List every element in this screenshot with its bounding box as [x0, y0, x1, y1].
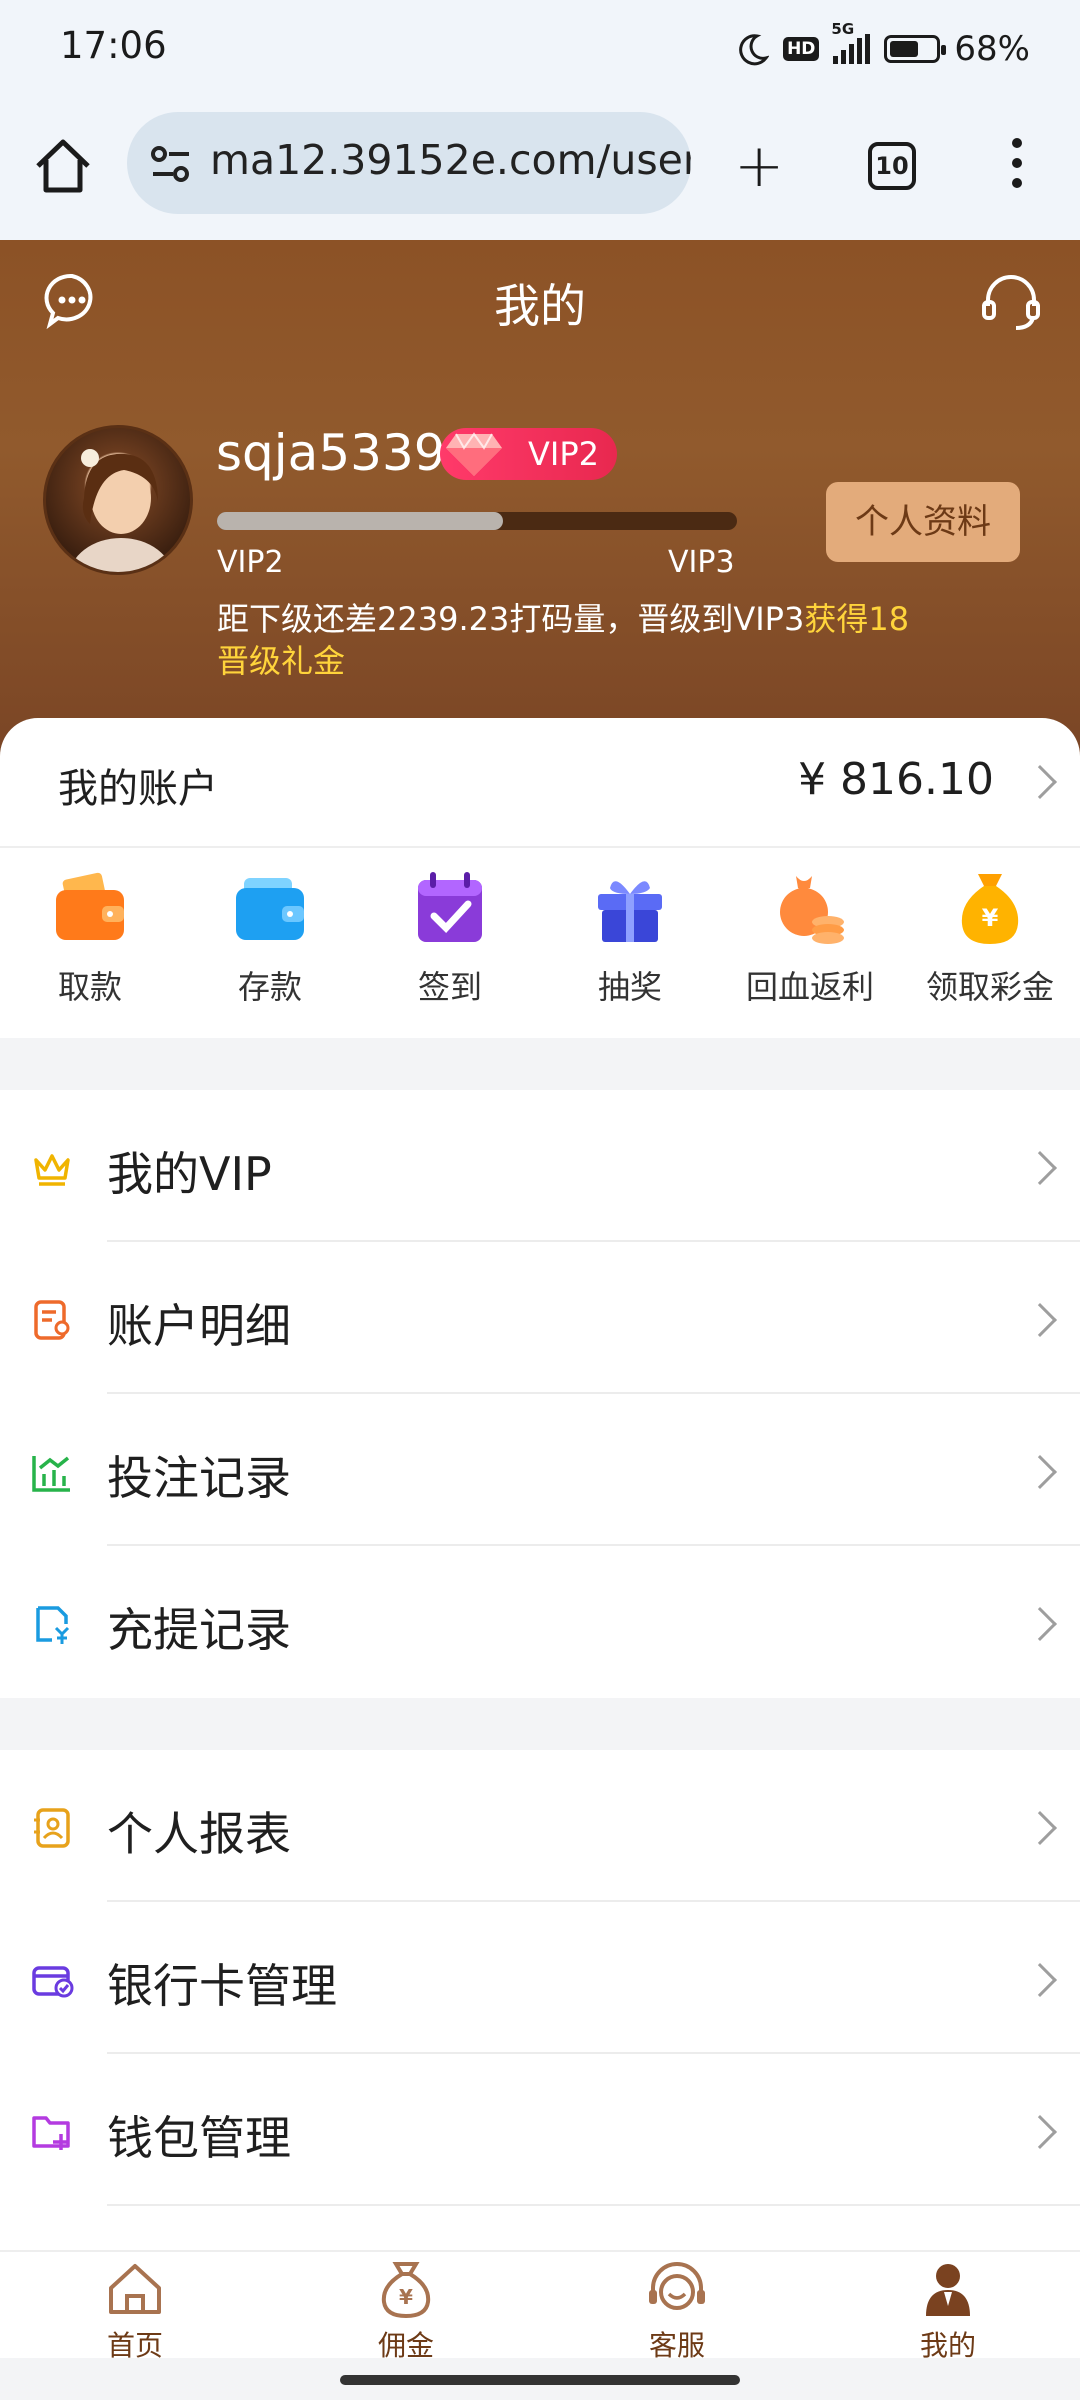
- tab-switcher-button[interactable]: 10: [868, 142, 916, 190]
- site-settings-icon[interactable]: [149, 144, 193, 184]
- chevron-right-icon: [1023, 1607, 1057, 1641]
- chevron-right-icon: [1023, 765, 1057, 799]
- chevron-right-icon: [1023, 1151, 1057, 1185]
- chevron-right-icon: [1023, 1303, 1057, 1337]
- bank-card-icon: [32, 1966, 74, 1998]
- browser-home-icon[interactable]: [30, 134, 96, 200]
- rebate-coins-icon: [780, 876, 844, 944]
- menu-item-bet-record[interactable]: 投注记录: [0, 1394, 1080, 1546]
- upgrade-text: 距下级还差2239.23打码量，晋级到VIP3: [217, 600, 805, 638]
- upgrade-hint: 距下级还差2239.23打码量，晋级到VIP3获得18晋级礼金: [217, 598, 917, 682]
- bonus-moneybag-icon: ¥: [961, 874, 1019, 944]
- chevron-right-icon: [1023, 1963, 1057, 1997]
- browser-toolbar: ma12.39152e.com/user + 10: [0, 98, 1080, 240]
- status-bar: 17:06 HD 5G 68%: [0, 0, 1080, 98]
- new-tab-icon[interactable]: +: [734, 136, 784, 196]
- nav-customer-service[interactable]: 客服: [617, 2260, 737, 2364]
- home-icon: [109, 2264, 161, 2314]
- account-label: 我的账户: [58, 766, 218, 812]
- my-account-row[interactable]: 我的账户 ¥ 816.10: [0, 718, 1080, 848]
- checkin-calendar-icon: [418, 872, 482, 942]
- recharge-record-icon: [36, 1606, 70, 1644]
- bet-chart-icon: [32, 1456, 70, 1492]
- account-detail-icon: [34, 1300, 70, 1340]
- nav-home[interactable]: 首页: [75, 2260, 195, 2364]
- nav-commission[interactable]: ¥ 佣金: [346, 2260, 466, 2364]
- avatar[interactable]: [43, 425, 193, 575]
- quick-action-rebate[interactable]: 回血返利: [720, 868, 900, 1033]
- quick-actions: 取款 存款 签到 抽奖 回血返利 ¥ 领取彩金: [0, 868, 1080, 1033]
- chevron-right-icon: [1023, 1455, 1057, 1489]
- battery-icon: [884, 35, 947, 63]
- status-time: 17:06: [60, 24, 167, 67]
- vip-progress-bar: [217, 512, 737, 530]
- account-balance: ¥ 816.10: [798, 754, 994, 805]
- chevron-right-icon: [1023, 2115, 1057, 2149]
- deposit-wallet-icon: [236, 878, 304, 940]
- username: sqja5339: [216, 424, 446, 482]
- current-level-label: VIP2: [217, 545, 284, 580]
- hd-badge: HD: [783, 37, 820, 61]
- battery-percent: 68%: [954, 29, 1030, 69]
- account-card: 我的账户 ¥ 816.10 取款 存款 签到 抽奖 回血返利 ¥ 领取彩金: [0, 718, 1080, 1040]
- profile-icon: [926, 2264, 970, 2316]
- quick-action-checkin[interactable]: 签到: [360, 868, 540, 1033]
- headset-icon[interactable]: [980, 270, 1042, 332]
- home-indicator[interactable]: [340, 2375, 740, 2385]
- section-spacer: [0, 1698, 1080, 1750]
- customer-service-icon: [649, 2262, 705, 2310]
- quick-action-bonus[interactable]: ¥ 领取彩金: [900, 868, 1080, 1033]
- page-title: 我的: [494, 279, 586, 333]
- quick-action-lottery[interactable]: 抽奖: [540, 868, 720, 1033]
- profile-header: 我的 sqja5339 VIP2 VIP2 VIP3 个人资料 距下级还差223…: [0, 240, 1080, 760]
- chevron-right-icon: [1023, 1811, 1057, 1845]
- commission-bag-icon: ¥: [381, 2262, 431, 2319]
- bottom-navigation: 首页 ¥ 佣金 客服 我的: [0, 2250, 1080, 2362]
- menu-item-personal-report[interactable]: 个人报表: [0, 1750, 1080, 1902]
- vip-progress-fill: [217, 512, 503, 530]
- diamond-icon: [446, 432, 502, 476]
- personal-info-button[interactable]: 个人资料: [826, 482, 1020, 562]
- vip-badge: VIP2: [440, 428, 617, 480]
- menu-item-wallet[interactable]: 钱包管理: [0, 2054, 1080, 2206]
- moon-icon: [739, 34, 770, 66]
- section-spacer: [0, 1038, 1080, 1090]
- address-bar[interactable]: ma12.39152e.com/user: [127, 112, 691, 214]
- signal-icon: 5G: [831, 20, 871, 64]
- url-text[interactable]: ma12.39152e.com/user: [210, 136, 691, 184]
- quick-action-deposit[interactable]: 存款: [180, 868, 360, 1033]
- menu-item-account-detail[interactable]: 账户明细: [0, 1242, 1080, 1394]
- network-type: 5G: [831, 20, 855, 38]
- vip-level-text: VIP2: [528, 435, 599, 473]
- lottery-gift-icon: [598, 881, 662, 942]
- crown-icon: [34, 1154, 70, 1186]
- quick-action-withdraw[interactable]: 取款: [0, 868, 180, 1033]
- wallet-folder-icon: [32, 2116, 70, 2150]
- svg-text:¥: ¥: [982, 904, 999, 932]
- more-menu-icon[interactable]: [1012, 138, 1024, 198]
- withdraw-wallet-icon: [56, 872, 124, 940]
- status-icons: HD 5G 68%: [735, 20, 1030, 74]
- next-level-label: VIP3: [668, 545, 735, 580]
- menu-item-recharge-record[interactable]: 充提记录: [0, 1546, 1080, 1698]
- menu-item-my-vip[interactable]: 我的VIP: [0, 1090, 1080, 1242]
- personal-report-icon: [34, 1808, 70, 1848]
- nav-profile-active[interactable]: 我的: [888, 2260, 1008, 2364]
- menu-item-bank-card[interactable]: 银行卡管理: [0, 1902, 1080, 2054]
- svg-text:¥: ¥: [399, 2285, 413, 2309]
